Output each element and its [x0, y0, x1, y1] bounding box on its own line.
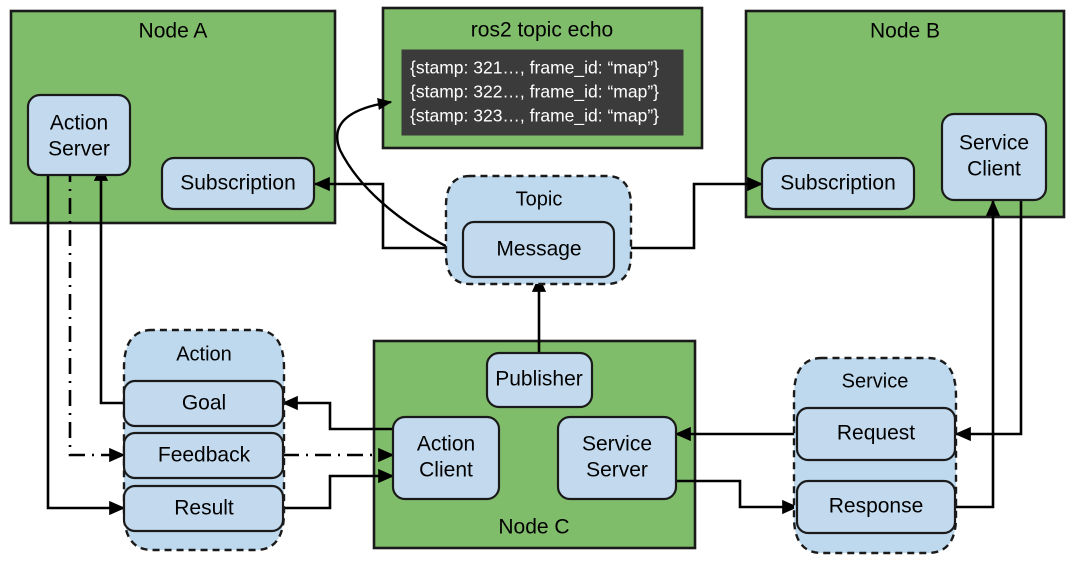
node-a-subscription-label: Subscription	[180, 172, 296, 195]
node-a-title: Node A	[139, 20, 208, 43]
diagram-canvas: Node A ros2 topic echo {stamp: 321…, fra…	[9, 6, 1066, 555]
link-message-to-node-a-subscription	[313, 176, 463, 250]
link-service-client-to-request	[954, 201, 1023, 442]
service-group-title: Service	[842, 370, 909, 392]
terminal-title: ros2 topic echo	[471, 19, 613, 42]
service-request-label: Request	[837, 422, 915, 445]
action-client-label-line2: Client	[419, 459, 473, 482]
node-b-title: Node B	[870, 20, 940, 43]
action-goal-label: Goal	[182, 392, 226, 415]
link-message-to-node-b-subscription	[613, 176, 764, 250]
node-b-subscription-label: Subscription	[780, 172, 896, 195]
action-server-label-line2: Server	[48, 138, 110, 161]
action-group-title: Action	[176, 343, 232, 365]
topic-message-label: Message	[496, 238, 581, 261]
service-client-label-line2: Client	[967, 158, 1021, 181]
action-feedback-label: Feedback	[158, 444, 251, 467]
service-client-label-line1: Service	[959, 132, 1029, 155]
service-response-label: Response	[829, 495, 924, 518]
terminal-line-1: {stamp: 321…, frame_id: “map”}	[410, 58, 659, 79]
action-server-label-line1: Action	[50, 112, 108, 135]
terminal-panel[interactable]: ros2 topic echo {stamp: 321…, frame_id: …	[381, 6, 704, 150]
service-server-label-line2: Server	[586, 459, 648, 482]
service-server-label-line1: Service	[582, 433, 652, 456]
service-group[interactable]: Service Request Response	[792, 356, 958, 555]
topic-group-title: Topic	[516, 188, 563, 210]
terminal-line-2: {stamp: 322…, frame_id: “map”}	[410, 82, 659, 103]
action-client-label-line1: Action	[417, 433, 475, 456]
topic-group[interactable]: Topic Message	[444, 174, 633, 286]
terminal-line-3: {stamp: 323…, frame_id: “map”}	[410, 106, 659, 127]
action-server-box[interactable]	[26, 93, 132, 177]
action-result-label: Result	[174, 497, 234, 520]
action-group[interactable]: Action Goal Feedback Result	[122, 328, 286, 552]
node-c-title: Node C	[498, 516, 569, 539]
publisher-label: Publisher	[495, 368, 583, 391]
ros2-architecture-diagram: Node A ros2 topic echo {stamp: 321…, fra…	[0, 0, 1074, 566]
link-response-to-service-client	[956, 199, 1001, 509]
